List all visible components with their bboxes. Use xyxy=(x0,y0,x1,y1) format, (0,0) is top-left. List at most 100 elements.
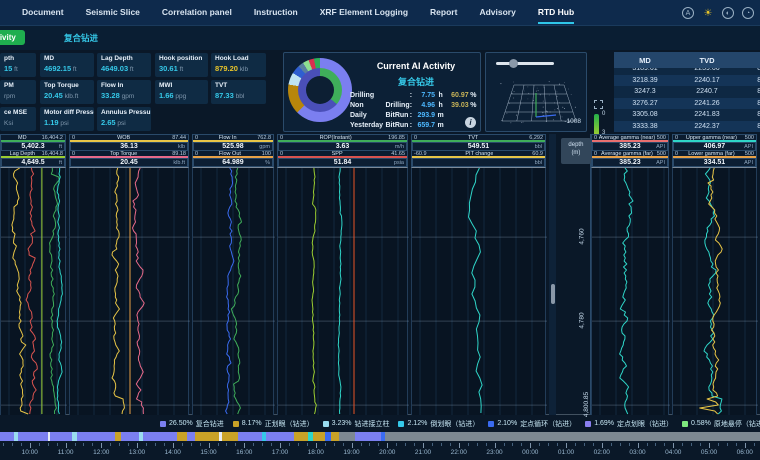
curve-max: 500 xyxy=(745,151,754,157)
activity-segment xyxy=(77,432,115,441)
time-tick xyxy=(155,443,156,446)
table-cell: 88.95 xyxy=(738,77,760,84)
nav-item-instruction[interactable]: Instruction xyxy=(254,1,298,24)
metric-tile-pm: PM rpm xyxy=(0,80,36,104)
time-tick xyxy=(673,443,674,448)
curve-value: 5,402.3 xyxy=(21,143,44,150)
depth-scrollbar-handle[interactable] xyxy=(551,284,555,304)
activity-segment xyxy=(385,432,760,441)
scale-label: 0 xyxy=(602,111,605,117)
slider-handle[interactable] xyxy=(509,59,518,68)
metric-tile-motor-diff-pressure: Motor diff Pressure1.19 psi xyxy=(40,107,94,131)
curve-name: Average gamma (near) xyxy=(599,135,655,141)
time-tick xyxy=(655,443,656,446)
help-icon[interactable]: ◐ xyxy=(722,7,734,19)
partial-icon[interactable]: ◔ xyxy=(742,7,754,19)
time-tick xyxy=(164,443,165,446)
curve-value-row: 20.45klb.ft xyxy=(70,158,188,167)
nav-item-advisory[interactable]: Advisory xyxy=(479,1,515,24)
ai-stat-u1: m xyxy=(435,121,446,131)
time-tick xyxy=(530,443,531,448)
tile-value-unit: klb xyxy=(238,66,248,73)
tile-value-number: 30.61 xyxy=(159,64,178,73)
time-tick xyxy=(691,443,692,446)
tile-value-unit: ft xyxy=(128,66,133,73)
legend-item: 2.10% 定点循环（钻进） xyxy=(488,419,576,429)
legend-percent: 0.58% xyxy=(691,420,711,427)
mode-tab[interactable]: 复合钻进 xyxy=(64,32,98,44)
metric-tile-pth: pth15 ft xyxy=(0,53,36,77)
curve-name: Lower gamma (far) xyxy=(688,151,734,157)
legend-swatch xyxy=(160,421,166,427)
time-tick xyxy=(584,443,585,446)
time-tick xyxy=(128,443,129,446)
theme-light-icon[interactable]: ☀ xyxy=(702,7,714,19)
tile-label: Annulus Pressure... xyxy=(101,109,147,116)
nav-item-document[interactable]: Document xyxy=(22,1,64,24)
table-cell: 88.89 xyxy=(738,111,760,118)
ai-stat-k1: Yesterday xyxy=(350,121,386,131)
gamma-track-1-header: 0Average gamma (near)500385.23API0Averag… xyxy=(591,134,669,168)
ai-stat-k2: BitRun xyxy=(386,111,410,121)
log-track-3-body xyxy=(192,168,274,415)
legend-item: 0.58% 原地悬停（钻进） xyxy=(682,419,760,429)
activity-timeline-strip[interactable] xyxy=(0,432,760,441)
curve-unit: bbl xyxy=(535,160,542,166)
depth-scrollbar[interactable] xyxy=(549,134,556,415)
time-tick xyxy=(736,443,737,446)
tile-label: Top Torque xyxy=(44,82,90,89)
tile-value: 4649.03 ft xyxy=(101,64,147,73)
time-tick xyxy=(441,443,442,446)
activity-segment xyxy=(0,432,14,441)
time-label: 15:00 xyxy=(200,449,216,456)
curve-unit: klb.ft xyxy=(173,160,185,166)
log-track-5-header: 0TVT6,292549.51bbl-60.9PIT change60.9bbl xyxy=(411,134,546,168)
curve-value-row: bbl xyxy=(412,158,545,167)
nav-item-rtd-hub[interactable]: RTD Hub xyxy=(538,1,574,24)
ai-activity-button[interactable]: AI Activity xyxy=(0,30,25,45)
time-tick xyxy=(101,443,102,448)
log-track-3-header: 0Flow In762.8525.98gpm0Flow Out10064.989… xyxy=(192,134,274,168)
time-tick xyxy=(352,443,353,448)
curve-unit: gpm xyxy=(259,144,270,150)
log-track-1-header: MD16,404.25,402.3ftLag Depth16,404.84,64… xyxy=(0,134,66,168)
activity-segment xyxy=(339,432,355,441)
nav-item-report[interactable]: Report xyxy=(430,1,457,24)
time-tick xyxy=(191,443,192,446)
legend-label: 原地悬停（钻进） xyxy=(714,419,760,429)
curve-value-row: 64.989% xyxy=(193,158,273,167)
rtd-hub-dashboard: Document Seismic Slice Correlation panel In… xyxy=(0,0,760,460)
log-track-3-plot xyxy=(193,168,275,415)
nav-item-seismic-slice[interactable]: Seismic Slice xyxy=(86,1,140,24)
tile-value-unit: gpm xyxy=(120,93,134,100)
expand-icon[interactable] xyxy=(594,100,603,109)
metric-tile-lag-depth: Lag Depth4649.03 ft xyxy=(97,53,151,77)
ai-stat-u1: h xyxy=(435,91,446,101)
time-tick xyxy=(495,443,496,448)
nav-item-xrf-element-logging[interactable]: XRF Element Logging xyxy=(320,1,408,24)
curve-name-row: 0Top Torque89.18 xyxy=(70,151,188,158)
tile-value-number: 1.19 xyxy=(44,118,59,127)
time-label: 16:00 xyxy=(236,449,252,456)
gamma-track-2-header: 0Upper gamma (near)500406.97API0Lower ga… xyxy=(672,134,757,168)
curve-max: 41.65 xyxy=(391,151,405,157)
time-tick xyxy=(468,443,469,446)
gamma-track-1: 0Average gamma (near)500385.23API0Averag… xyxy=(591,134,669,415)
curve-max: 89.18 xyxy=(172,151,186,157)
curve-value-row: 51.84psia xyxy=(278,158,407,167)
nav-item-correlation-panel[interactable]: Correlation panel xyxy=(162,1,232,24)
time-tick xyxy=(39,443,40,446)
activity-segment xyxy=(331,432,339,441)
ai-assistant-icon[interactable]: A xyxy=(682,7,694,19)
time-tick xyxy=(253,443,254,446)
tile-value: 15 ft xyxy=(4,64,32,73)
zoom-slider[interactable] xyxy=(496,62,554,65)
table-cell: 3276.27 xyxy=(614,100,676,107)
legend-percent: 2.12% xyxy=(407,420,427,427)
table-cell: 88.92 xyxy=(738,88,760,95)
time-tick xyxy=(512,443,513,446)
info-icon[interactable]: i xyxy=(465,117,476,128)
curve-value-row: 5,402.3ft xyxy=(1,142,65,151)
time-tick xyxy=(262,443,263,446)
table-cell: 2242.37 xyxy=(676,123,738,130)
